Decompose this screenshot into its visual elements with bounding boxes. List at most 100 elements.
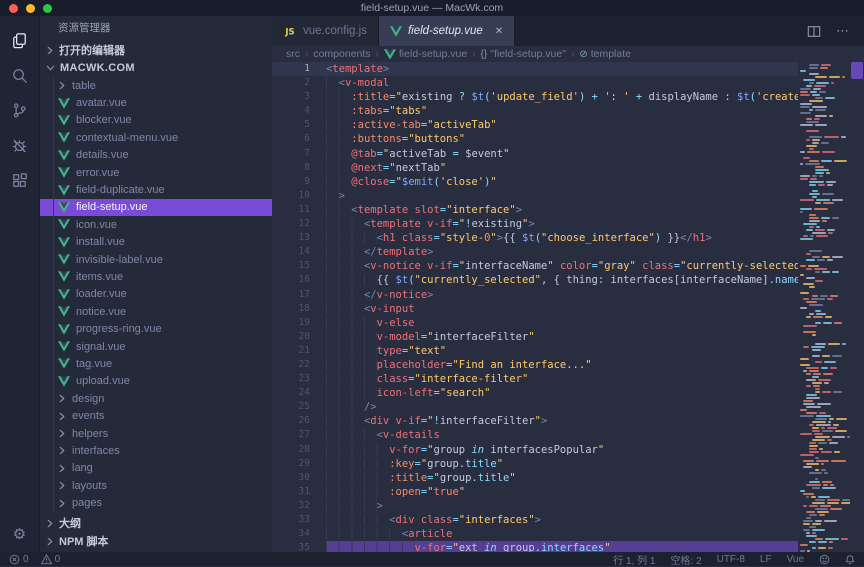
- code-line-15[interactable]: 15 <v-notice v-if="interfaceName" color=…: [272, 259, 798, 273]
- code-line-6[interactable]: 6 :buttons="buttons": [272, 132, 798, 146]
- code-line-24[interactable]: 24 icon-left="search": [272, 386, 798, 400]
- tree-item-tag-vue[interactable]: tag.vue: [40, 355, 272, 372]
- tree-item-design[interactable]: design: [40, 390, 272, 407]
- code-line-31[interactable]: 31 :open="true": [272, 485, 798, 499]
- explorer-icon[interactable]: [0, 23, 39, 58]
- tree-item-install-vue[interactable]: install.vue: [40, 234, 272, 251]
- code-line-11[interactable]: 11 <template slot="interface">: [272, 203, 798, 217]
- code-line-28[interactable]: 28 v-for="group in interfacesPopular": [272, 443, 798, 457]
- code-line-20[interactable]: 20 v-model="interfaceFilter": [272, 330, 798, 344]
- section-outline[interactable]: 大纲: [40, 514, 272, 532]
- split-editor-icon[interactable]: [807, 25, 821, 38]
- code-line-4[interactable]: 4 :tabs="tabs": [272, 104, 798, 118]
- minimap[interactable]: [798, 62, 850, 552]
- code-line-32[interactable]: 32 >: [272, 499, 798, 513]
- code-line-text: :key="group.title": [326, 457, 798, 471]
- tree-item-upload-vue[interactable]: upload.vue: [40, 373, 272, 390]
- code-line-8[interactable]: 8 @next="nextTab": [272, 161, 798, 175]
- code-line-22[interactable]: 22 placeholder="Find an interface...": [272, 358, 798, 372]
- tree-item-events[interactable]: events: [40, 407, 272, 424]
- tree-item-table[interactable]: table: [40, 77, 272, 94]
- scrollbar-thumb[interactable]: [851, 62, 863, 79]
- code-line-19[interactable]: 19 v-else: [272, 316, 798, 330]
- code-line-21[interactable]: 21 type="text": [272, 344, 798, 358]
- code-line-5[interactable]: 5 :active-tab="activeTab": [272, 118, 798, 132]
- tree-item-items-vue[interactable]: items.vue: [40, 268, 272, 285]
- tree-item-details-vue[interactable]: details.vue: [40, 147, 272, 164]
- code-line-18[interactable]: 18 <v-input: [272, 302, 798, 316]
- status-LF[interactable]: LF: [760, 554, 772, 565]
- tree-item-progress-ring-vue[interactable]: progress-ring.vue: [40, 320, 272, 337]
- breadcrumb-item-template[interactable]: ⊘template: [579, 48, 631, 60]
- tab-bar: JSvue.config.jsfield-setup.vue✕ ⋯: [272, 16, 864, 46]
- source-control-icon[interactable]: [0, 93, 39, 128]
- code-line-3[interactable]: 3 :title="existing ? $t('update_field') …: [272, 90, 798, 104]
- tree-item-notice-vue[interactable]: notice.vue: [40, 303, 272, 320]
- tree-item-layouts[interactable]: layouts: [40, 477, 272, 494]
- code-line-14[interactable]: 14 </template>: [272, 245, 798, 259]
- bell-icon[interactable]: [845, 554, 855, 565]
- tree-item-helpers[interactable]: helpers: [40, 425, 272, 442]
- status-Vue[interactable]: Vue: [787, 554, 804, 565]
- status-空格-2[interactable]: 空格: 2: [670, 552, 701, 567]
- error-count[interactable]: 0: [9, 554, 29, 565]
- tree-item-field-setup-vue[interactable]: field-setup.vue: [40, 199, 272, 216]
- code-line-25[interactable]: 25 />: [272, 400, 798, 414]
- code-line-33[interactable]: 33 <div class="interfaces">: [272, 513, 798, 527]
- warning-count[interactable]: 0: [41, 554, 61, 565]
- code-line-1[interactable]: 1<template>: [272, 62, 798, 76]
- debug-icon[interactable]: [0, 128, 39, 163]
- code-line-text: >: [326, 189, 798, 203]
- code-line-17[interactable]: 17 </v-notice>: [272, 288, 798, 302]
- section-open-editors[interactable]: 打开的编辑器: [40, 41, 272, 59]
- code-line-27[interactable]: 27 <v-details: [272, 428, 798, 442]
- maximize-window-button[interactable]: [43, 4, 52, 13]
- code-line-12[interactable]: 12 <template v-if="!existing">: [272, 217, 798, 231]
- code-line-9[interactable]: 9 @close="$emit('close')": [272, 175, 798, 189]
- close-window-button[interactable]: [9, 4, 18, 13]
- breadcrumb-item-field-setup-vue[interactable]: field-setup.vue: [384, 48, 467, 60]
- tree-item-signal-vue[interactable]: signal.vue: [40, 338, 272, 355]
- code-line-30[interactable]: 30 :title="group.title": [272, 471, 798, 485]
- tree-item-error-vue[interactable]: error.vue: [40, 164, 272, 181]
- code-line-23[interactable]: 23 class="interface-filter": [272, 372, 798, 386]
- tree-item-pages[interactable]: pages: [40, 494, 272, 511]
- tab-vue-config-js[interactable]: JSvue.config.js: [272, 16, 379, 46]
- smiley-icon[interactable]: [819, 554, 830, 565]
- status-行-1-列-1[interactable]: 行 1, 列 1: [613, 552, 655, 567]
- code-line-13[interactable]: 13 <h1 class="style-0">{{ $t("choose_int…: [272, 231, 798, 245]
- code-line-35[interactable]: 35 v-for="ext in group.interfaces": [272, 541, 798, 552]
- status-UTF-8[interactable]: UTF-8: [717, 554, 745, 565]
- tree-item-avatar-vue[interactable]: avatar.vue: [40, 94, 272, 111]
- tree-item-lang[interactable]: lang: [40, 460, 272, 477]
- tree-item-interfaces[interactable]: interfaces: [40, 442, 272, 459]
- section-workspace[interactable]: MACWK.COM: [40, 59, 272, 77]
- code-editor[interactable]: 1<template>2 <v-modal3 :title="existing …: [272, 62, 798, 552]
- breadcrumb-item-src[interactable]: src: [286, 48, 300, 60]
- breadcrumb-item--field-setup-vue-[interactable]: {}"field-setup.vue": [481, 48, 566, 60]
- tree-item-blocker-vue[interactable]: blocker.vue: [40, 112, 272, 129]
- code-line-16[interactable]: 16 {{ $t("currently_selected", { thing: …: [272, 273, 798, 287]
- tree-item-loader-vue[interactable]: loader.vue: [40, 286, 272, 303]
- more-actions-icon[interactable]: ⋯: [836, 23, 850, 39]
- code-line-text: :buttons="buttons": [326, 132, 798, 146]
- code-line-2[interactable]: 2 <v-modal: [272, 76, 798, 90]
- code-line-10[interactable]: 10 >: [272, 189, 798, 203]
- minimize-window-button[interactable]: [26, 4, 35, 13]
- tree-item-icon-vue[interactable]: icon.vue: [40, 216, 272, 233]
- tree-item-contextual-menu-vue[interactable]: contextual-menu.vue: [40, 129, 272, 146]
- breadcrumb-item-components[interactable]: components: [313, 48, 370, 60]
- code-line-29[interactable]: 29 :key="group.title": [272, 457, 798, 471]
- search-icon[interactable]: [0, 58, 39, 93]
- code-line-26[interactable]: 26 <div v-if="!interfaceFilter">: [272, 414, 798, 428]
- settings-gear-icon[interactable]: ⚙: [13, 527, 26, 542]
- line-number: 10: [272, 189, 326, 203]
- code-line-34[interactable]: 34 <article: [272, 527, 798, 541]
- code-line-7[interactable]: 7 @tab="activeTab = $event": [272, 147, 798, 161]
- tab-field-setup-vue[interactable]: field-setup.vue✕: [379, 16, 515, 46]
- tree-item-invisible-label-vue[interactable]: invisible-label.vue: [40, 251, 272, 268]
- section-npm-scripts[interactable]: NPM 脚本: [40, 532, 272, 550]
- close-tab-icon[interactable]: ✕: [495, 26, 503, 37]
- extensions-icon[interactable]: [0, 163, 39, 198]
- tree-item-field-duplicate-vue[interactable]: field-duplicate.vue: [40, 181, 272, 198]
